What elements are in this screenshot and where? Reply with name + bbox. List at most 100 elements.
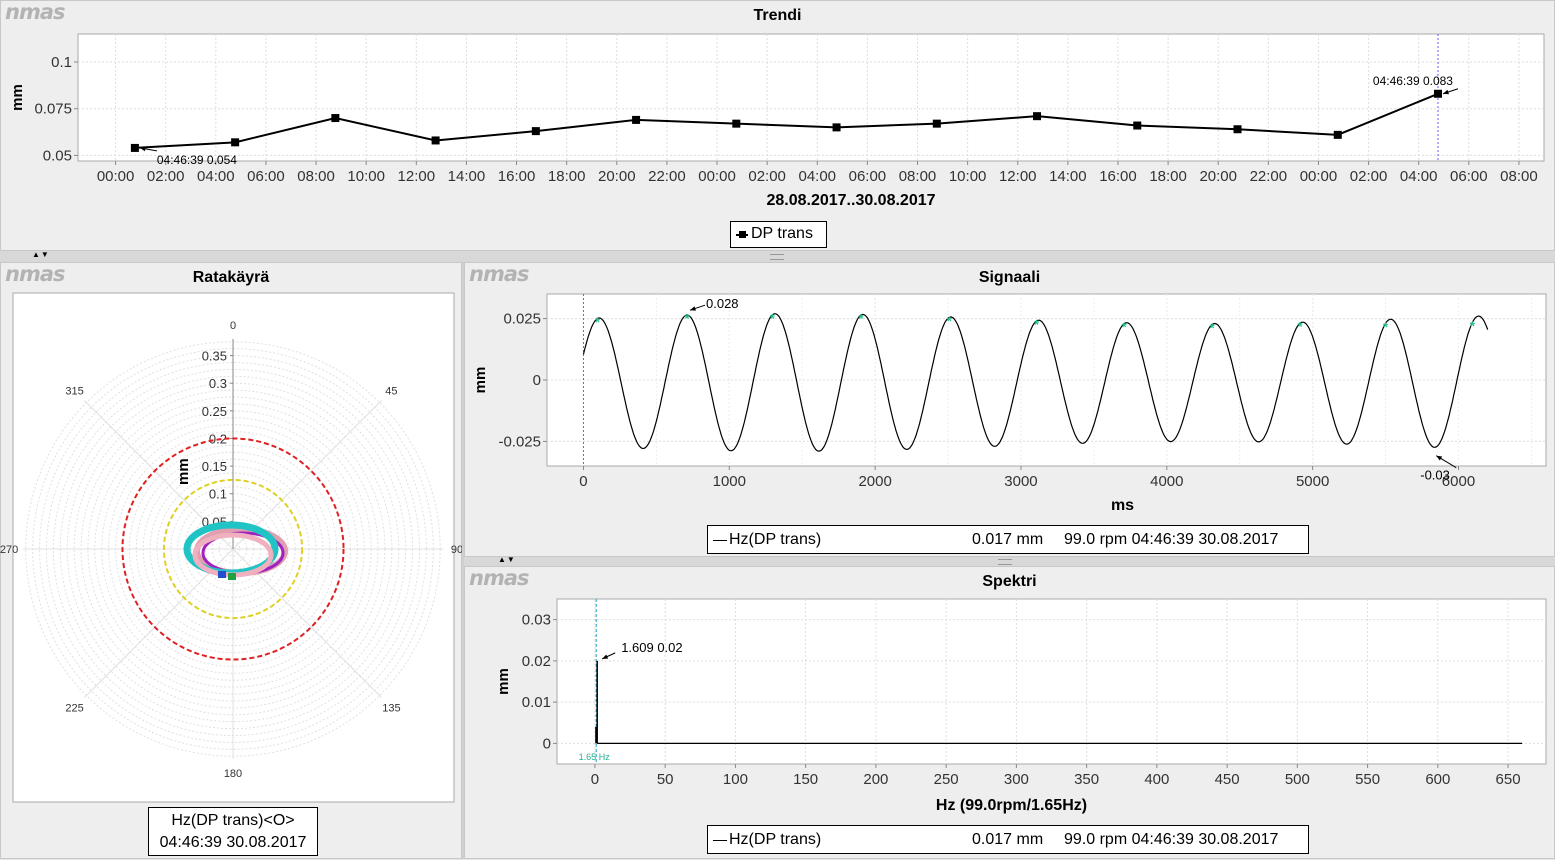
x-tick-label: 12:00: [398, 168, 436, 185]
x-tick-label: 16:00: [1099, 168, 1137, 185]
orbit-legend-line1: Hz(DP trans)<O>: [171, 812, 295, 829]
y-tick-label: 0.03: [522, 612, 551, 629]
trend-data-point: [231, 138, 240, 147]
radial-tick-label: 0.15: [202, 459, 227, 474]
x-tick-label: 250: [934, 771, 959, 788]
radial-tick-label: 0.35: [202, 349, 227, 364]
trend-legend[interactable]: DP trans: [730, 221, 827, 248]
x-tick-label: 350: [1074, 771, 1099, 788]
spectrum-legend[interactable]: Hz(DP trans) 0.017 mm 99.0 rpm 04:46:39 …: [707, 825, 1309, 854]
trend-data-point: [732, 119, 741, 128]
y-tick-label: 0: [533, 372, 541, 389]
x-tick-label: 500: [1285, 771, 1310, 788]
signal-chart[interactable]: 0 1000 2000 3000 4000 5000 6000-0.02500.025mmm…: [465, 263, 1555, 558]
angle-label: 135: [382, 702, 400, 714]
x-tick-label: 02:00: [1350, 168, 1388, 185]
y-tick-label: 0.075: [34, 101, 72, 118]
x-tick-label: 14:00: [1049, 168, 1087, 185]
angle-label: 270: [0, 544, 18, 556]
orbit-keyphasor-marker: [228, 573, 236, 580]
signal-legend-value: 0.017 mm: [972, 531, 1044, 548]
splitter-grip-icon[interactable]: [770, 254, 784, 260]
trend-data-point: [1233, 125, 1242, 134]
orbit-chart[interactable]: 045901351802252703150.050.10.150.20.250.…: [0, 263, 463, 860]
x-tick-label: 650: [1496, 771, 1521, 788]
spectrum-legend-value: 0.017 mm: [972, 831, 1044, 848]
trend-annotation: 04:46:39 0.054: [157, 153, 237, 167]
x-tick-label: 08:00: [297, 168, 335, 185]
trend-data-point: [932, 119, 941, 128]
right-horizontal-splitter[interactable]: ▲▼: [464, 555, 1555, 566]
x-tick-label: 04:00: [798, 168, 836, 185]
orbit-legend[interactable]: Hz(DP trans)<O> 04:46:39 30.08.2017: [148, 807, 318, 856]
x-tick-label: 200: [863, 771, 888, 788]
x-tick-label: 06:00: [247, 168, 285, 185]
radial-tick-label: 0.1: [209, 487, 227, 502]
signal-legend[interactable]: Hz(DP trans) 0.017 mm 99.0 rpm 04:46:39 …: [707, 525, 1309, 554]
radial-tick-label: 0.3: [209, 376, 227, 391]
y-tick-label: 0.05: [43, 147, 72, 164]
x-tick-label: 02:00: [147, 168, 185, 185]
trend-data-point: [1033, 112, 1042, 121]
x-tick-label: 20:00: [1199, 168, 1237, 185]
trend-legend-label: DP trans: [751, 225, 813, 242]
splitter-arrows-icon[interactable]: ▲▼: [498, 555, 516, 564]
y-axis-label: mm: [9, 84, 26, 111]
y-tick-label: 0.02: [522, 653, 551, 670]
x-tick-label: 3000: [1004, 473, 1037, 490]
x-tick-label: 2000: [858, 473, 891, 490]
x-tick-label: 12:00: [999, 168, 1037, 185]
trend-data-point: [1333, 130, 1342, 139]
orbit-panel: nmas Ratakäyrä 0 45 90 135 180 225 270 315 0.05 0…: [0, 262, 463, 860]
trend-data-point: [531, 127, 540, 136]
x-axis-label: 28.08.2017..30.08.2017: [766, 192, 935, 209]
x-tick-label: 22:00: [648, 168, 686, 185]
signal-legend-name: Hz(DP trans): [729, 531, 822, 548]
x-tick-label: 0: [591, 771, 599, 788]
y-tick-label: 0.01: [522, 694, 551, 711]
trend-chart[interactable]: 00:00 02:00 04:00 06:00 08:00 10:00 12:00 14:00…: [1, 1, 1555, 252]
plot-area: [77, 33, 1545, 162]
splitter-arrows-icon[interactable]: ▲▼: [32, 250, 50, 259]
x-tick-label: 04:00: [197, 168, 235, 185]
x-tick-label: 18:00: [548, 168, 586, 185]
spectrum-panel: nmas Spektri 0 50 100 150 200 250 300 350 400 450…: [464, 566, 1555, 859]
y-tick-label: 0: [543, 735, 551, 752]
trend-panel: nmas Trendi 00:00 02:00 04:00 06:00 08:00 10:…: [0, 0, 1555, 251]
radial-axis-label: mm: [175, 458, 192, 485]
splitter-grip-icon[interactable]: [998, 559, 1012, 565]
x-tick-label: 5000: [1296, 473, 1329, 490]
spectrum-chart[interactable]: 0 50 100 150 200 250 300 350 400 450 500 550 600 650 0…: [465, 567, 1555, 860]
x-tick-label: 02:00: [748, 168, 786, 185]
x-axis-label: Hz (99.0rpm/1.65Hz): [936, 797, 1087, 814]
trend-data-point: [1133, 121, 1142, 130]
x-tick-label: 06:00: [849, 168, 887, 185]
angle-label: 225: [65, 702, 83, 714]
x-tick-label: 14:00: [448, 168, 486, 185]
x-tick-label: 550: [1355, 771, 1380, 788]
x-axis-label: ms: [1111, 497, 1134, 514]
x-tick-label: 10:00: [949, 168, 987, 185]
y-axis-label: mm: [495, 668, 512, 695]
x-tick-label: 20:00: [598, 168, 636, 185]
x-tick-label: 100: [723, 771, 748, 788]
x-tick-label: 00:00: [698, 168, 736, 185]
y-tick-label: 0.1: [51, 54, 72, 71]
x-tick-label: 600: [1425, 771, 1450, 788]
x-tick-label: 00:00: [1300, 168, 1338, 185]
x-tick-label: 4000: [1150, 473, 1183, 490]
signal-legend-meta: 99.0 rpm 04:46:39 30.08.2017: [1064, 531, 1279, 548]
x-tick-label: 10:00: [347, 168, 385, 185]
angle-label: 45: [385, 386, 397, 398]
trend-data-point: [331, 114, 340, 123]
horizontal-splitter[interactable]: ▲▼: [0, 250, 1555, 262]
legend-line-icon: [713, 840, 727, 841]
x-tick-label: 300: [1004, 771, 1029, 788]
x-tick-label: 0: [579, 473, 587, 490]
angle-label: 0: [230, 320, 236, 332]
x-tick-label: 08:00: [899, 168, 937, 185]
x-tick-label: 16:00: [498, 168, 536, 185]
y-axis-label: mm: [472, 367, 489, 394]
spectrum-legend-name: Hz(DP trans): [729, 831, 822, 848]
x-tick-label: 150: [793, 771, 818, 788]
